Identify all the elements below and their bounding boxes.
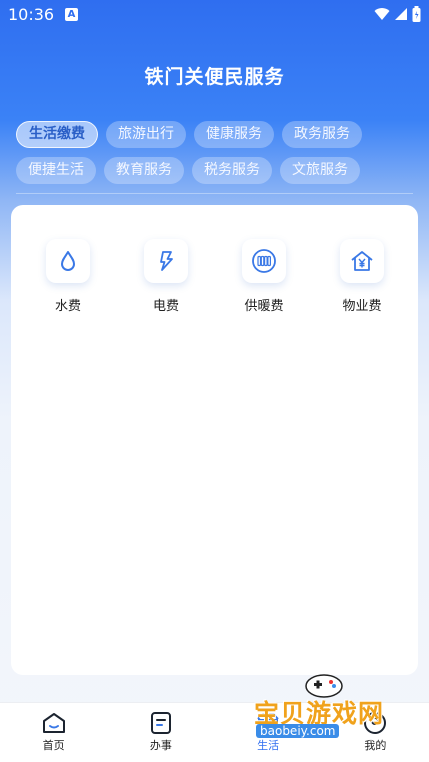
category-chip-culture-tourism[interactable]: 文旅服务 bbox=[280, 157, 360, 184]
service-card: 水费 电费 供暖费 物业费 bbox=[11, 205, 418, 675]
category-chip-travel[interactable]: 旅游出行 bbox=[106, 121, 186, 148]
battery-icon bbox=[412, 6, 421, 22]
category-chip-education[interactable]: 教育服务 bbox=[104, 157, 184, 184]
tab-label: 首页 bbox=[42, 739, 65, 752]
divider bbox=[16, 193, 413, 194]
watermark: 宝贝游戏网 baobeiy.com bbox=[254, 668, 404, 748]
water-drop-icon bbox=[46, 239, 90, 283]
category-chip-health[interactable]: 健康服务 bbox=[194, 121, 274, 148]
service-heating[interactable]: 供暖费 bbox=[215, 239, 313, 314]
category-chip-convenience[interactable]: 便捷生活 bbox=[16, 157, 96, 184]
radiator-icon bbox=[242, 239, 286, 283]
service-electricity[interactable]: 电费 bbox=[117, 239, 215, 314]
status-time: 10:36 bbox=[8, 5, 55, 24]
category-chip-government[interactable]: 政务服务 bbox=[282, 121, 362, 148]
home-icon bbox=[42, 713, 65, 733]
lightning-icon bbox=[144, 239, 188, 283]
tab-affairs[interactable]: 办事 bbox=[107, 703, 214, 762]
watermark-url: baobeiy.com bbox=[256, 724, 340, 738]
page-title: 铁门关便民服务 bbox=[144, 66, 285, 88]
document-icon bbox=[150, 712, 171, 734]
signal-icon bbox=[395, 8, 407, 20]
service-label: 水费 bbox=[54, 299, 81, 314]
category-chips: 生活缴费 旅游出行 健康服务 政务服务 便捷生活 教育服务 税务服务 文旅服务 bbox=[16, 121, 416, 193]
tab-home[interactable]: 首页 bbox=[0, 703, 107, 762]
category-chip-life-payment[interactable]: 生活缴费 bbox=[16, 121, 98, 148]
house-yen-icon bbox=[340, 239, 384, 283]
wifi-icon bbox=[374, 8, 390, 20]
service-label: 电费 bbox=[152, 299, 179, 314]
service-label: 供暖费 bbox=[244, 299, 284, 314]
service-label: 物业费 bbox=[342, 299, 382, 314]
category-chip-tax[interactable]: 税务服务 bbox=[192, 157, 272, 184]
status-icons bbox=[374, 6, 421, 22]
notification-icon: A bbox=[65, 8, 78, 21]
service-water[interactable]: 水费 bbox=[19, 239, 117, 314]
tab-label: 办事 bbox=[149, 739, 172, 752]
service-property[interactable]: 物业费 bbox=[313, 239, 411, 314]
status-bar: 10:36 A bbox=[0, 0, 429, 30]
